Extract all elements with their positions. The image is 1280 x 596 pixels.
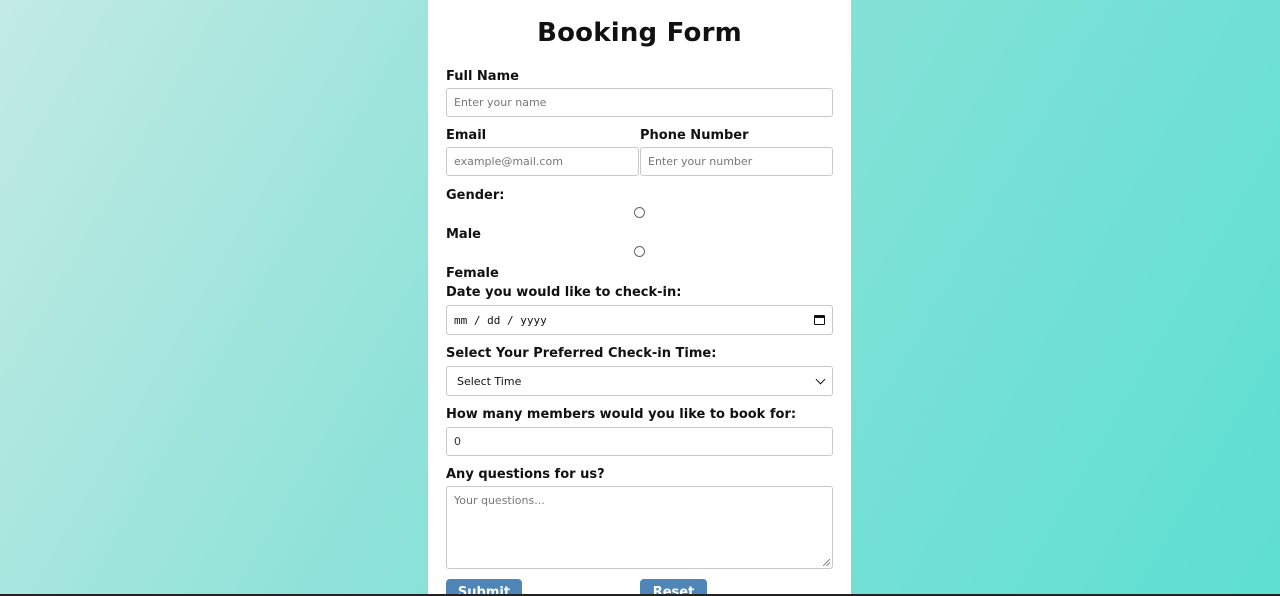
phone-label: Phone Number [640,128,749,143]
page-title: Booking Form [537,18,742,48]
full-name-input[interactable] [446,88,833,117]
checkin-time-select[interactable]: Select Time [446,366,833,396]
email-label: Email [446,128,487,143]
checkin-date-input[interactable]: mm / dd / yyyy [446,305,833,335]
members-input[interactable] [446,427,833,456]
chevron-down-icon [815,374,826,384]
questions-textarea[interactable]: Your questions... [446,486,833,569]
checkin-time-label: Select Your Preferred Check-in Time: [446,346,717,361]
checkin-date-label: Date you would like to check-in: [446,285,682,300]
members-label: How many members would you like to book … [446,407,797,422]
booking-form-card: Booking Form Full Name Email Phone Numbe… [428,0,851,596]
gender-female-label: Female [446,266,499,281]
gender-male-label: Male [446,227,481,242]
checkin-time-selected: Select Time [457,374,522,388]
questions-label: Any questions for us? [446,467,605,482]
phone-input[interactable] [640,147,833,176]
date-value: mm / dd / yyyy [454,313,547,327]
resize-handle[interactable] [823,559,830,566]
gender-male-radio[interactable] [634,207,645,218]
gender-label: Gender: [446,188,505,203]
calendar-icon[interactable] [814,315,825,325]
email-input[interactable] [446,147,639,176]
questions-placeholder: Your questions... [454,494,545,507]
full-name-label: Full Name [446,69,519,84]
gender-female-radio[interactable] [634,246,645,257]
